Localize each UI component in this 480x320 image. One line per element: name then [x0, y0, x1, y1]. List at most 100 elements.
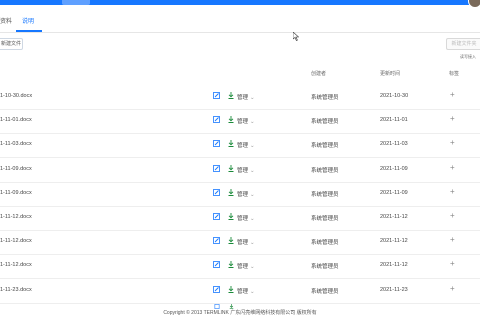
creator: 系统管理员	[311, 264, 339, 271]
edit-icon[interactable]	[213, 164, 220, 172]
updated-date: 2021-11-01	[380, 117, 408, 124]
file-name[interactable]: 1-11-23.docx	[0, 287, 32, 293]
download-icon[interactable]	[228, 92, 234, 99]
edit-icon[interactable]	[213, 261, 220, 269]
manage-label: 管理	[237, 95, 249, 101]
active-tab-indicator	[16, 30, 42, 32]
tab-description[interactable]: 说明	[22, 16, 34, 25]
column-header-date[interactable]: 更新时间	[380, 70, 400, 77]
table-row[interactable]: 1-11-03.docx 管理 ⌄ 系统管理员 2021-11-03 +	[0, 133, 480, 159]
creator: 系统管理员	[311, 95, 339, 101]
edit-icon[interactable]	[213, 285, 220, 293]
table-row[interactable]: 1-11-09.docx 管理 ⌄ 系统管理员 2021-11-09 +	[0, 158, 480, 183]
file-name[interactable]: 1-11-09.docx	[0, 190, 32, 196]
table-row[interactable]: 1-11-09.docx 管理 ⌄ 系统管理员 2021-11-09 +	[0, 182, 480, 207]
plus-icon[interactable]: +	[450, 235, 455, 244]
manage-dropdown[interactable]: 管理 ⌄	[237, 190, 255, 198]
updated-date: 2021-11-12	[380, 262, 408, 269]
file-name[interactable]: 1-11-09.docx	[0, 166, 32, 172]
table-row[interactable]: 1-10-30.docx 管理 ⌄ 系统管理员 2021-10-30 +	[0, 85, 480, 110]
file-name[interactable]: 1-10-30.docx	[0, 93, 32, 99]
creator: 系统管理员	[311, 216, 339, 222]
column-header-creator[interactable]: 创建者	[311, 70, 326, 77]
edit-icon[interactable]	[213, 237, 220, 245]
table-row[interactable]: 1-11-01.docx 管理 ⌄ 系统管理员 2021-11-01 +	[0, 109, 480, 135]
chevron-down-icon: ⌄	[250, 264, 255, 271]
creator: 系统管理员	[311, 240, 339, 247]
updated-date: 2021-11-12	[380, 238, 408, 245]
chevron-down-icon: ⌄	[250, 95, 255, 101]
manage-dropdown[interactable]: 管理 ⌄	[237, 93, 255, 101]
file-name[interactable]: 1-11-12.docx	[0, 214, 32, 220]
plus-icon[interactable]: +	[450, 187, 455, 196]
edit-icon[interactable]	[213, 92, 220, 99]
download-icon[interactable]	[228, 261, 234, 269]
edit-icon[interactable]	[213, 213, 220, 220]
updated-date: 2021-11-03	[380, 141, 408, 148]
new-folder-button[interactable]: 新建文件夹	[446, 38, 480, 50]
plus-icon[interactable]: +	[450, 163, 455, 172]
top-nav-bar	[0, 0, 480, 8]
download-icon[interactable]	[228, 164, 234, 172]
file-name[interactable]: 1-11-12.docx	[0, 238, 32, 244]
chevron-down-icon: ⌄	[250, 167, 255, 174]
manage-dropdown[interactable]: 管理 ⌄	[237, 287, 255, 295]
manage-label: 管理	[237, 167, 249, 174]
download-icon[interactable]	[228, 237, 234, 245]
table-row[interactable]: 1-11-23.docx 管理 ⌄ 系统管理员 2021-11-23 +	[0, 279, 480, 304]
edit-icon[interactable]	[213, 140, 220, 148]
manage-label: 管理	[237, 143, 249, 150]
manage-label: 管理	[237, 216, 249, 222]
plus-icon[interactable]: +	[450, 211, 455, 220]
manage-dropdown[interactable]: 管理 ⌄	[237, 166, 255, 174]
manage-label: 管理	[237, 240, 249, 247]
file-name[interactable]: 1-11-01.docx	[0, 117, 32, 123]
edit-icon[interactable]	[213, 116, 220, 124]
manage-dropdown[interactable]: 管理 ⌄	[237, 141, 255, 149]
manage-label: 管理	[237, 264, 249, 271]
manage-dropdown[interactable]: 管理 ⌄	[237, 262, 255, 270]
chevron-down-icon: ⌄	[250, 119, 255, 126]
new-file-button[interactable]: 新建文件	[0, 38, 23, 50]
creator: 系统管理员	[311, 288, 339, 295]
plus-icon[interactable]: +	[450, 138, 455, 147]
updated-date: 2021-11-09	[380, 165, 408, 172]
access-note: 读写接入	[460, 54, 476, 59]
table-row[interactable]: 1-11-12.docx 管理 ⌄ 系统管理员 2021-11-12 +	[0, 254, 480, 280]
plus-icon[interactable]: +	[450, 284, 455, 293]
top-nav-tab[interactable]	[62, 0, 90, 5]
edit-icon[interactable]	[213, 188, 220, 196]
chevron-down-icon: ⌄	[250, 288, 255, 295]
mouse-cursor-icon	[293, 32, 299, 41]
chevron-down-icon: ⌄	[250, 216, 255, 222]
download-icon[interactable]	[228, 285, 234, 293]
creator: 系统管理员	[311, 119, 339, 126]
manage-label: 管理	[237, 288, 249, 295]
manage-dropdown[interactable]: 管理 ⌄	[237, 214, 255, 222]
table-row[interactable]: 1-11-12.docx 管理 ⌄ 系统管理员 2021-11-12 +	[0, 206, 480, 231]
column-header-action: 标签	[449, 71, 460, 77]
download-icon[interactable]	[228, 116, 234, 124]
avatar[interactable]	[468, 0, 480, 8]
plus-icon[interactable]: +	[450, 259, 455, 268]
manage-label: 管理	[237, 119, 249, 126]
manage-dropdown[interactable]: 管理 ⌄	[237, 238, 255, 246]
tab-bar: 资料 说明	[0, 8, 480, 33]
file-name[interactable]: 1-11-12.docx	[0, 262, 32, 268]
download-icon[interactable]	[228, 188, 234, 196]
updated-date: 2021-11-23	[380, 286, 408, 293]
tab-materials[interactable]: 资料	[0, 16, 12, 25]
chevron-down-icon: ⌄	[250, 191, 255, 198]
updated-date: 2021-11-12	[380, 214, 408, 220]
footer-copyright: Copyright © 2013 TERMLINK 广东闪亮维网络科技有限公司 …	[163, 310, 317, 316]
download-icon[interactable]	[228, 213, 234, 220]
table-row[interactable]: 1-11-12.docx 管理 ⌄ 系统管理员 2021-11-12 +	[0, 230, 480, 256]
download-icon[interactable]	[228, 140, 234, 148]
manage-label: 管理	[237, 191, 249, 198]
manage-dropdown[interactable]: 管理 ⌄	[237, 117, 255, 125]
plus-icon[interactable]: +	[450, 90, 455, 99]
plus-icon[interactable]: +	[450, 114, 455, 123]
creator: 系统管理员	[311, 143, 339, 150]
file-name[interactable]: 1-11-03.docx	[0, 141, 32, 147]
chevron-down-icon: ⌄	[250, 240, 255, 247]
